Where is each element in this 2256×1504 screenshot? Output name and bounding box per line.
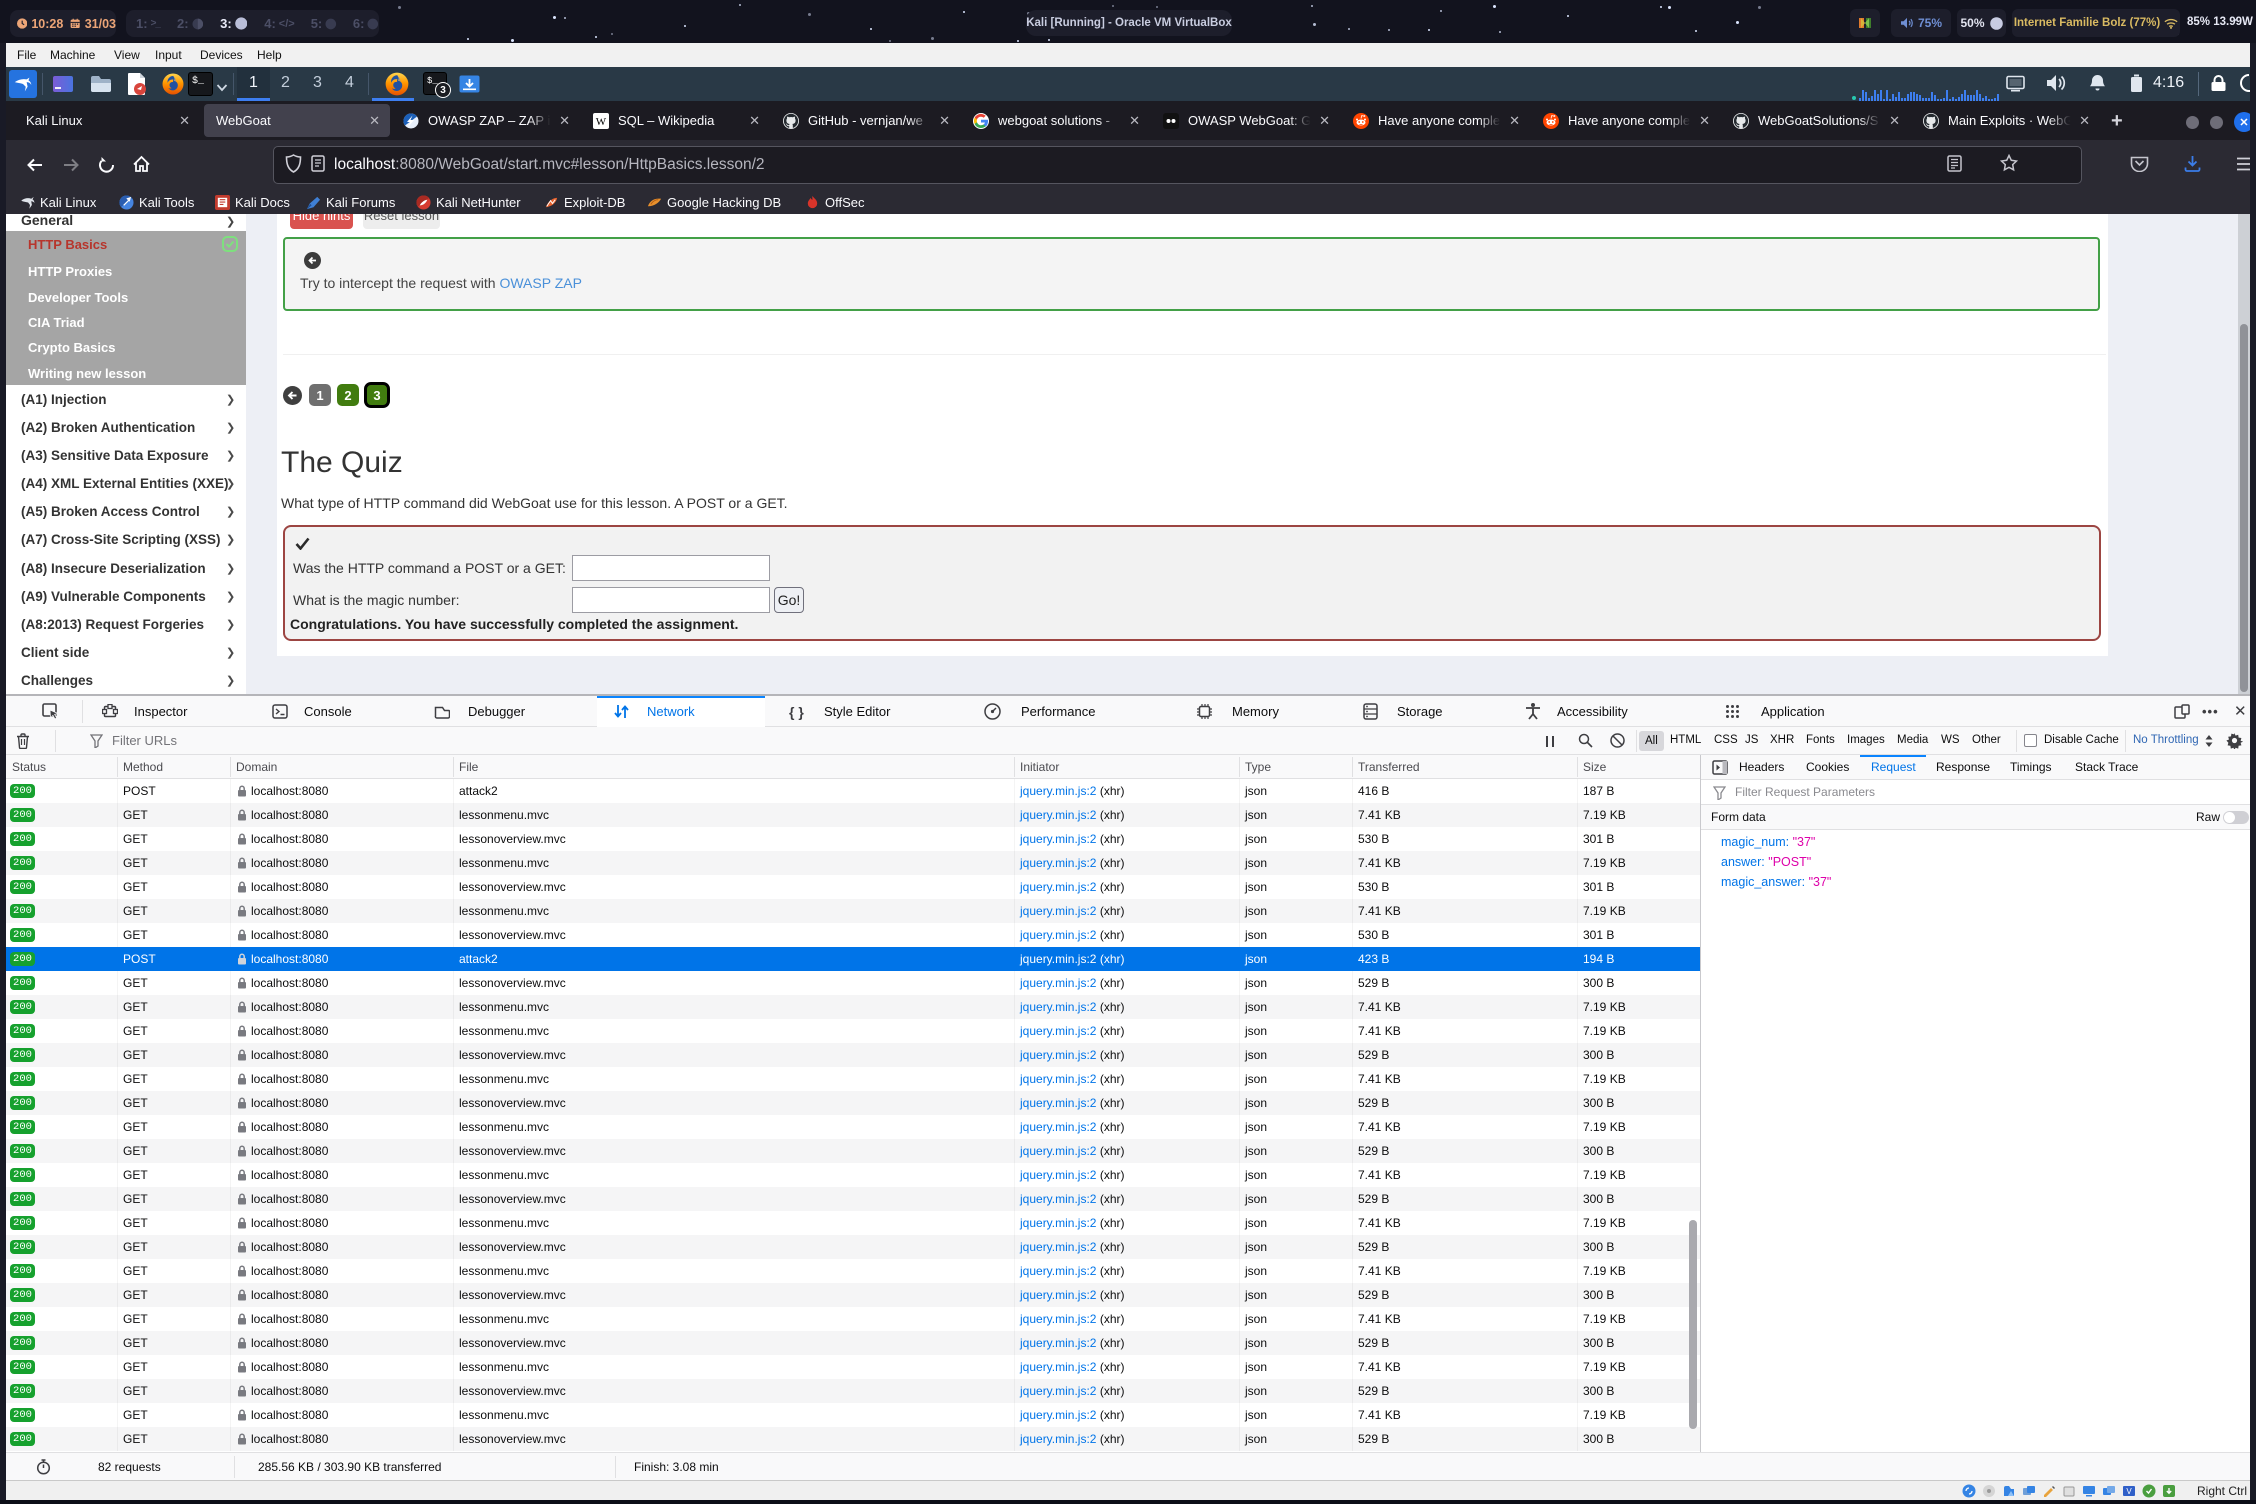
svg-text:W: W (596, 116, 607, 128)
svg-text:V: V (2126, 1487, 2132, 1496)
